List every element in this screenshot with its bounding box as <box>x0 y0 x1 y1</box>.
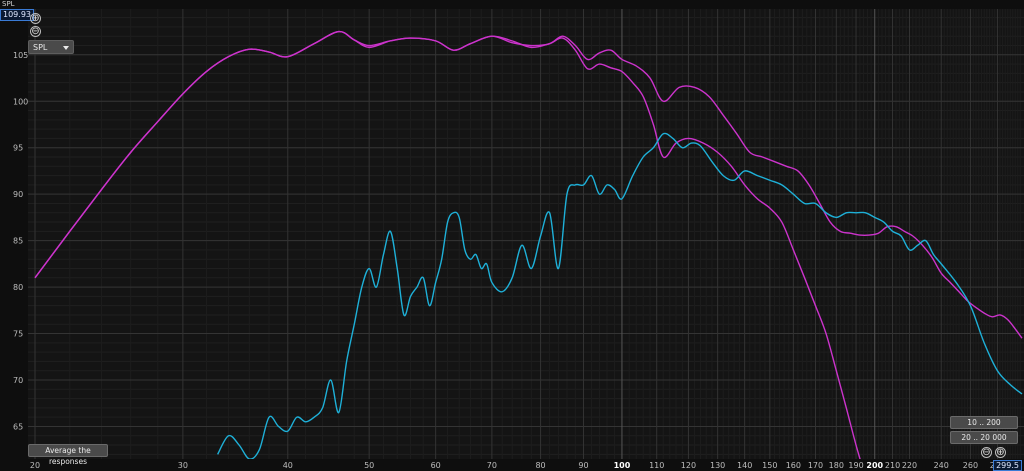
x-zoom-in-icon[interactable]: ⊕ <box>995 447 1006 458</box>
x-tick-label: 160 <box>786 461 801 470</box>
chevron-down-icon <box>63 46 69 50</box>
measure-dropdown-value: SPL <box>33 43 48 52</box>
x-tick-label: 50 <box>364 461 374 470</box>
x-tick-label: 90 <box>578 461 588 470</box>
x-tick-label: 240 <box>934 461 949 470</box>
x-tick-label: 40 <box>283 461 293 470</box>
zoom-in-icon[interactable]: ⊕ <box>30 13 41 24</box>
y-tick-label: 85 <box>13 237 23 246</box>
x-tick-label: 130 <box>710 461 725 470</box>
range-10-200-button[interactable]: 10 .. 200 <box>950 416 1018 429</box>
x-tick-label: 170 <box>808 461 823 470</box>
x-tick-label: 150 <box>762 461 777 470</box>
y-axis-unit-label: SPL <box>2 0 15 8</box>
x-tick-label: 80 <box>535 461 545 470</box>
y-tick-label: 90 <box>13 190 23 199</box>
x-tick-label: 30 <box>178 461 188 470</box>
y-tick-label: 95 <box>13 144 23 153</box>
measure-dropdown[interactable]: SPL <box>28 40 74 54</box>
x-zoom-out-icon[interactable]: ⊖ <box>981 447 992 458</box>
average-responses-button[interactable]: Average the responses <box>28 444 108 466</box>
x-axis-max-readout[interactable]: 299.5 <box>993 460 1022 471</box>
x-tick-label: 70 <box>487 461 497 470</box>
y-tick-label: 100 <box>13 97 28 106</box>
x-tick-label: 190 <box>848 461 863 470</box>
y-tick-label: 65 <box>13 422 23 431</box>
y-axis-max-readout[interactable]: 109.93 <box>0 9 34 21</box>
x-tick-label: 20 <box>30 461 40 470</box>
x-tick-label: 210 <box>885 461 900 470</box>
x-tick-label: 200 <box>866 461 883 470</box>
x-tick-label: 60 <box>431 461 441 470</box>
x-tick-label: 140 <box>737 461 752 470</box>
x-tick-label: 260 <box>963 461 978 470</box>
y-tick-label: 70 <box>13 376 23 385</box>
y-tick-label: 75 <box>13 330 23 339</box>
x-tick-label: 120 <box>681 461 696 470</box>
y-tick-label: 80 <box>13 283 23 292</box>
zoom-out-icon[interactable]: ⊖ <box>30 26 41 37</box>
x-tick-label: 110 <box>649 461 664 470</box>
x-tick-label: 100 <box>614 461 631 470</box>
x-tick-label: 180 <box>829 461 844 470</box>
x-tick-label: 220 <box>902 461 917 470</box>
y-tick-label: 105 <box>13 51 28 60</box>
frequency-response-chart[interactable]: 65 70 75 80 85 90 95 100 105 20 30 40 50 60 70 80 90 100… <box>0 0 1024 471</box>
range-20-20000-button[interactable]: 20 .. 20 000 <box>950 431 1018 444</box>
